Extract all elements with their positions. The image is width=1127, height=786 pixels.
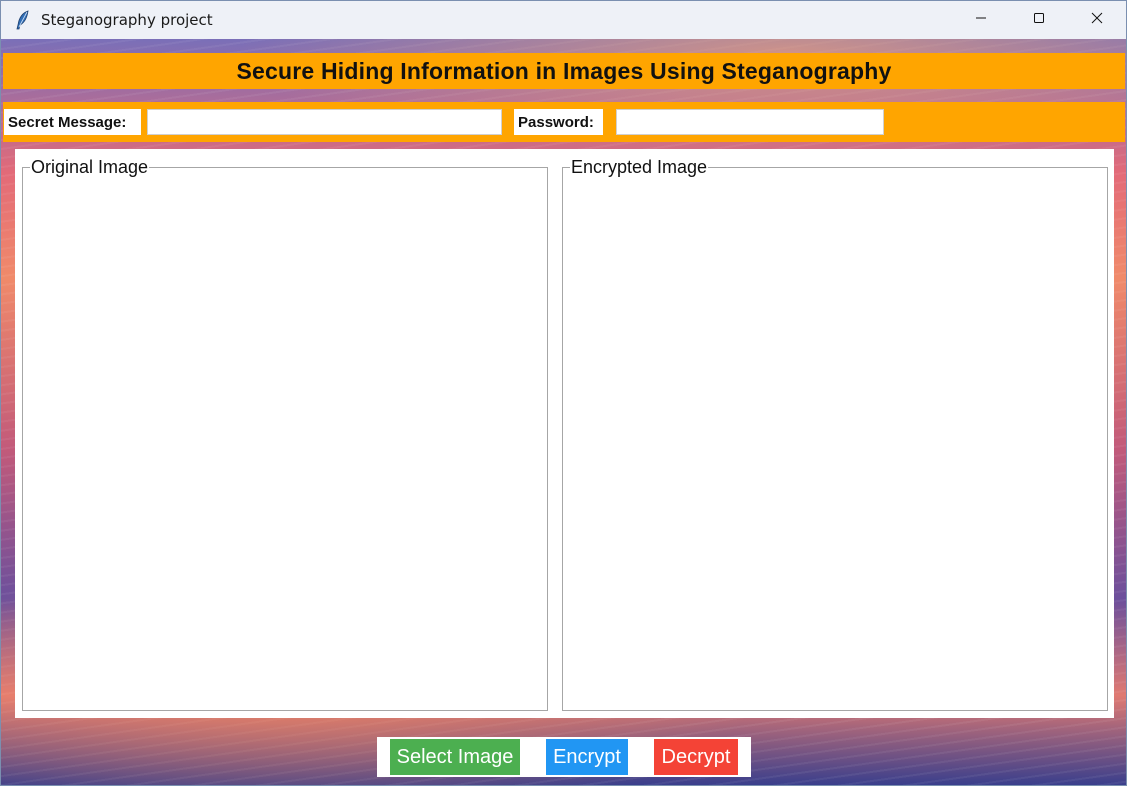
maximize-icon [1033,11,1045,29]
encrypt-button[interactable]: Encrypt [546,739,628,775]
button-bar: Select Image Encrypt Decrypt [377,737,751,777]
title-bar[interactable]: Steganography project [1,1,1126,39]
window-title: Steganography project [41,11,213,29]
header-banner: Secure Hiding Information in Images Usin… [3,53,1125,89]
secret-message-input[interactable] [147,109,502,135]
minimize-button[interactable] [952,1,1010,39]
input-row: Secret Message: Password: [3,102,1125,142]
image-panel-container: Original Image Encrypted Image [15,149,1114,718]
feather-icon [15,10,31,30]
page-title: Secure Hiding Information in Images Usin… [236,57,892,84]
encrypted-image-label: Encrypted Image [570,157,709,177]
decrypt-button[interactable]: Decrypt [654,739,738,775]
client-area: Secure Hiding Information in Images Usin… [1,39,1126,785]
encrypted-image-frame: Encrypted Image [562,157,1108,711]
select-image-button[interactable]: Select Image [390,739,520,775]
original-image-label: Original Image [30,157,150,177]
password-label: Password: [514,109,603,135]
password-input[interactable] [616,109,884,135]
app-window: Steganography project Secure Hiding Info… [0,0,1127,786]
secret-message-label: Secret Message: [4,109,141,135]
close-button[interactable] [1068,1,1126,39]
original-image-frame: Original Image [22,157,548,711]
minimize-icon [975,11,987,29]
close-icon [1091,11,1103,29]
maximize-button[interactable] [1010,1,1068,39]
